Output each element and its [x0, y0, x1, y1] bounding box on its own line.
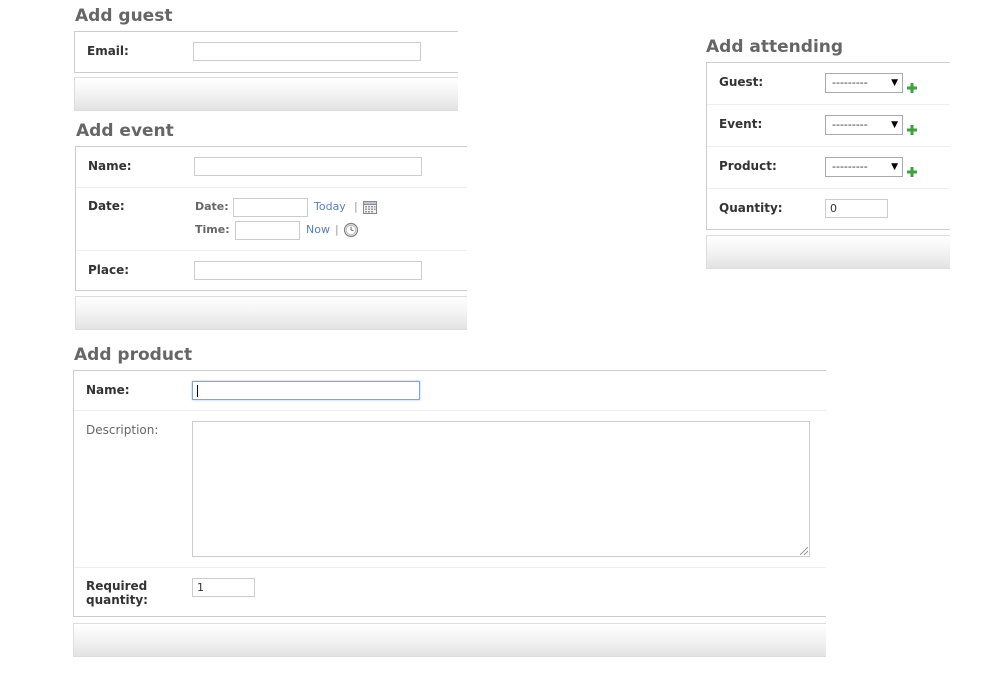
- required-quantity-label-line1: Required: [86, 579, 148, 593]
- guest-fieldset: Email:: [74, 31, 458, 73]
- product-name-label: Name:: [86, 383, 130, 397]
- quantity-field[interactable]: [825, 199, 888, 218]
- required-quantity-label-line2: quantity:: [86, 593, 148, 607]
- guest-selected-value: ---------: [832, 76, 868, 89]
- email-label: Email:: [87, 44, 129, 58]
- product-description-row: Description:: [74, 411, 826, 568]
- product-label: Product:: [719, 159, 777, 173]
- add-product-plus-icon[interactable]: [907, 162, 917, 177]
- event-select[interactable]: --------- ▼: [825, 115, 903, 135]
- product-quantity-row: Required quantity:: [74, 568, 826, 616]
- chevron-down-icon: ▼: [891, 78, 898, 88]
- email-field[interactable]: [193, 42, 421, 61]
- event-date-label: Date:: [88, 199, 125, 213]
- time-sub-label: Time:: [195, 223, 230, 236]
- chevron-down-icon: ▼: [891, 120, 898, 130]
- product-selected-value: ---------: [832, 160, 868, 173]
- event-name-row: Name:: [76, 147, 467, 188]
- add-event-form: Add event Name: Date: Date: Today | Time…: [0, 118, 470, 333]
- add-event-title: Add event: [76, 121, 174, 141]
- add-guest-form: Add guest Email:: [0, 0, 460, 115]
- add-guest-title: Add guest: [75, 6, 173, 26]
- attending-fieldset: Guest: --------- ▼ Event: --------- ▼ Pr…: [706, 62, 950, 230]
- event-selected-value: ---------: [832, 118, 868, 131]
- product-select[interactable]: --------- ▼: [825, 157, 903, 177]
- product-name-row: Name:: [74, 371, 826, 411]
- date-separator: |: [354, 200, 358, 213]
- chevron-down-icon: ▼: [891, 162, 898, 172]
- add-product-title: Add product: [74, 345, 193, 365]
- product-name-field[interactable]: [192, 381, 420, 400]
- clock-icon[interactable]: [343, 222, 359, 238]
- date-sub-label: Date:: [195, 200, 229, 213]
- guest-select[interactable]: --------- ▼: [825, 73, 903, 93]
- product-submit-row: [73, 623, 826, 657]
- required-quantity-field[interactable]: [192, 578, 255, 597]
- add-guest-plus-icon[interactable]: [907, 78, 917, 93]
- time-field[interactable]: [235, 221, 300, 240]
- attending-guest-row: Guest: --------- ▼: [707, 63, 950, 105]
- now-link[interactable]: Now: [306, 223, 330, 236]
- event-submit-row: [75, 296, 467, 330]
- guest-submit-row: [74, 77, 458, 111]
- event-name-field[interactable]: [194, 157, 422, 176]
- event-fieldset: Name: Date: Date: Today | Time: Now | Pl…: [75, 146, 467, 291]
- guest-email-row: Email:: [75, 32, 458, 72]
- attending-product-row: Product: --------- ▼: [707, 147, 950, 189]
- date-field[interactable]: [233, 198, 308, 217]
- description-label: Description:: [86, 423, 159, 437]
- add-product-form: Add product Name: Description: Required …: [0, 342, 830, 662]
- event-name-label: Name:: [88, 159, 132, 173]
- calendar-icon[interactable]: [362, 199, 378, 215]
- quantity-label: Quantity:: [719, 201, 783, 215]
- attending-event-row: Event: --------- ▼: [707, 105, 950, 147]
- resize-handle[interactable]: [800, 547, 808, 555]
- guest-label: Guest:: [719, 75, 764, 89]
- place-field[interactable]: [194, 261, 422, 280]
- text-caret: [197, 385, 198, 397]
- attending-submit-row: [706, 235, 950, 269]
- add-event-plus-icon[interactable]: [907, 120, 917, 135]
- add-attending-form: Add attending Guest: --------- ▼ Event: …: [700, 30, 952, 275]
- product-fieldset: Name: Description: Required quantity:: [73, 370, 826, 617]
- today-link[interactable]: Today: [314, 200, 346, 213]
- time-separator: |: [335, 223, 339, 236]
- event-place-label: Place:: [88, 263, 130, 277]
- event-date-row: Date: Date: Today | Time: Now |: [76, 188, 467, 251]
- event-place-row: Place:: [76, 251, 467, 291]
- description-textarea[interactable]: [192, 421, 810, 557]
- event-label: Event:: [719, 117, 763, 131]
- add-attending-title: Add attending: [706, 37, 844, 57]
- attending-quantity-row: Quantity:: [707, 189, 950, 229]
